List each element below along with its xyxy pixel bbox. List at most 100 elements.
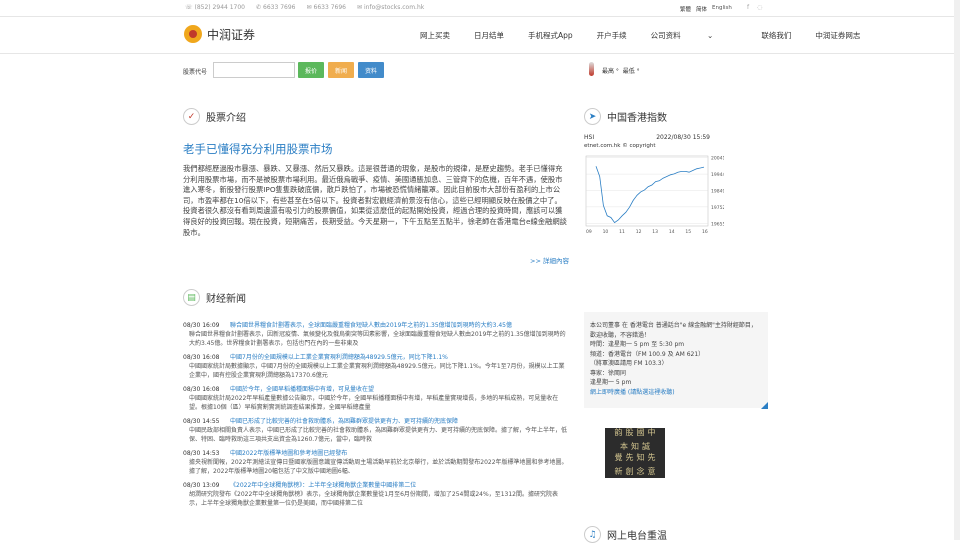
news-item: 08/30 14:55 中國已形成了比較完善的社會救助體系，為困難群眾提供更有力、… — [183, 417, 568, 444]
news-desc: 胡潤研究院發布《2022年中全球獨角獸榜》表示，全球獨角獸企業數量從1月至6月份… — [189, 491, 558, 507]
email-item[interactable]: ✉ info@stocks.com.hk — [357, 4, 424, 11]
radio-replay-title: ♫ 网上电台重温 — [584, 526, 667, 543]
weibo-icon[interactable]: ◌ — [757, 4, 762, 11]
mail-icon: ✉ — [356, 4, 363, 11]
x-tick-label: 16 — [702, 229, 708, 235]
phone-item: ☏ (852) 2944 1700 — [185, 4, 246, 11]
facebook-icon[interactable]: f — [747, 4, 749, 11]
radio-repeat: 逢星期一 5 pm — [590, 379, 632, 386]
nav-item[interactable]: 中润证券网志 — [815, 30, 860, 41]
news-title[interactable]: 中國2022年版標準地圖和參考地圖已經發布 — [230, 449, 347, 458]
intro-section-title: ✓ 股票介绍 — [183, 108, 246, 125]
plot-area — [585, 155, 709, 227]
news-item: 08/30 13:09 《2022年中全球獨角獸榜》：上半年全球獨角獸企業數量中國… — [183, 481, 568, 508]
stock-code-input[interactable] — [213, 62, 295, 78]
wechat-item: ✉ 6633 7696 — [306, 4, 346, 11]
x-tick-label: 12 — [636, 229, 642, 235]
headphones-icon: ♫ — [584, 526, 601, 543]
intro-headline[interactable]: 老手已懂得充分利用股票市场 — [183, 141, 333, 157]
check-icon: ✓ — [183, 108, 200, 125]
news-desc: 聯合國世界糧食計劃署表示，因新冠疫情、氣候變化及俄烏衝突等因素影響，全球面臨嚴重… — [189, 331, 566, 347]
nav-item[interactable]: 手机程式App — [528, 30, 573, 41]
x-tick-label: 14 — [669, 229, 675, 235]
news-item: 08/30 16:08 中國7月份的全國規模以上工業企業實現利潤總額為48929.… — [183, 353, 568, 380]
x-tick-label: 11 — [619, 229, 625, 235]
hsi-datetime: 2022/08/30 15:59 — [656, 134, 710, 141]
radio-time: 時間：逢星期一 5 pm 至 5:30 pm — [590, 341, 685, 348]
radio-channel-note: （將軍澳區請用 FM 103.3） — [590, 360, 668, 367]
news-button[interactable]: 新闻 — [328, 62, 354, 78]
nav-item[interactable]: 开户手续 — [597, 30, 627, 41]
news-title[interactable]: 中國7月份的全國規模以上工業企業實現利潤總額為48929.5億元，同比下降1.1… — [230, 353, 448, 362]
logo-icon — [184, 25, 202, 43]
hsi-source: etnet.com.hk © copyright — [584, 143, 656, 149]
wechat-icon: ✉ — [306, 4, 312, 11]
lang-tc[interactable]: 繁體 — [680, 5, 691, 13]
hsi-section-title: ➤ 中国香港指数 — [584, 108, 667, 125]
news-time: 08/30 14:53 — [183, 450, 220, 457]
info-button[interactable]: 资料 — [358, 62, 384, 78]
news-time: 08/30 16:09 — [183, 322, 220, 329]
radio-intro: 本公司董事 在 香港電台 普通話台"e 線金融網"主持財經節目，歡迎收聽，不容錯… — [590, 322, 757, 339]
scrollbar[interactable] — [954, 0, 960, 540]
news-desc: 中國國家統計局數據顯示，中國7月份的全國規模以上工業企業實現利潤總額為48929… — [189, 363, 565, 379]
y-tick-label: 20041 — [711, 156, 724, 162]
lang-en[interactable]: English — [712, 5, 732, 13]
logo-text: 中润证券 — [207, 27, 256, 42]
nav-item-dropdown[interactable]: 公司资料 ⌄ — [651, 30, 738, 41]
hsi-series-line — [595, 166, 705, 224]
top-bar: ☏ (852) 2944 1700 ✆ 6633 7696 ✉ 6633 7696 ✉… — [0, 0, 960, 17]
news-list: 08/30 16:09 聯合國世界糧食計劃署表示，全球面臨嚴重糧食短缺人數由201… — [183, 321, 568, 513]
hsi-chart-svg: 19655 19752 19849 19944 20041 09 10 11 12 13 14 15 1… — [585, 155, 724, 235]
news-title[interactable]: 《2022年中全球獨角獸榜》：上半年全球獨角獸企業數量中國排第二位 — [230, 481, 416, 490]
y-tick-label: 19944 — [711, 172, 724, 178]
news-title[interactable]: 中國已形成了比較完善的社會救助體系，為困難群眾提供更有力、更可持續的兜底保障 — [230, 417, 458, 426]
phone-icon: ☏ — [185, 4, 193, 11]
corner-icon — [761, 402, 768, 409]
news-item: 08/30 16:09 聯合國世界糧食計劃署表示，全球面臨嚴重糧食短缺人數由201… — [183, 321, 568, 348]
whatsapp-icon: ✆ — [256, 4, 262, 11]
social-links: f ◌ — [747, 4, 762, 11]
news-time: 08/30 13:09 — [183, 482, 220, 489]
newspaper-icon: ▤ — [183, 289, 200, 306]
chevron-down-icon: ⌄ — [704, 31, 714, 40]
hsi-chart: HSI 2022/08/30 15:59 etnet.com.hk © copy… — [584, 134, 724, 236]
lang-sc[interactable]: 简体 — [696, 5, 707, 13]
header: 中润证券 网上买卖 日月结单 手机程式App 开户手续 公司资料 ⌄ 联络我们 … — [0, 17, 960, 54]
news-item: 08/30 16:08 中國於今年，全國早稻播種面積中有增，可見量收在望 中國國家統… — [183, 385, 568, 412]
x-tick-label: 13 — [652, 229, 658, 235]
stock-code-label: 股票代号 — [183, 69, 208, 76]
hsi-label: HSI — [584, 134, 595, 141]
y-tick-label: 19752 — [711, 205, 724, 211]
x-tick-label: 10 — [603, 229, 609, 235]
finance-section-title: ▤ 财经新闻 — [183, 289, 246, 306]
nav-item[interactable]: 日月结单 — [474, 30, 504, 41]
news-desc: 中國國家統計局2022年早稻產量數據公告顯示，中國於今年，全國早稻播種面積中有增… — [189, 395, 559, 411]
news-time: 08/30 16:08 — [183, 386, 220, 393]
navigation-icon: ➤ — [584, 108, 601, 125]
y-tick-label: 19849 — [711, 188, 724, 194]
thermometer-icon — [589, 62, 594, 76]
book-cover-image[interactable]: 中國股韵 誠知本 先知先覺 意念創新 — [605, 428, 665, 478]
x-tick-label: 15 — [685, 229, 691, 235]
temperature: 最高 ° 最低 ° — [602, 68, 640, 75]
radio-guest: 專家：徐閩同 — [590, 369, 627, 377]
logo[interactable]: 中润证券 — [184, 25, 255, 43]
intro-body: 我們都經歷過股市暴漲、暴跌、又暴漲、然后又暴跌。這是很普通的現象，是股市的規律，… — [183, 164, 567, 237]
news-desc: 據央視新聞報，2022年測繪法宣傳日暨國家版圖意識宣傳活動周主場活動早前於北京舉… — [189, 459, 568, 475]
more-link[interactable]: >> 詳細內容 — [530, 255, 569, 265]
news-title[interactable]: 中國於今年，全國早稻播種面積中有增，可見量收在望 — [230, 385, 374, 394]
radio-channel: 頻道：香港電台（FM 100.9 及 AM 621） — [590, 350, 705, 358]
nav-item[interactable]: 联络我们 — [761, 30, 791, 41]
nav-item[interactable]: 网上买卖 — [420, 30, 450, 41]
news-title[interactable]: 聯合國世界糧食計劃署表示，全球面臨嚴重糧食短缺人數由2019年之前的1.35億增… — [230, 321, 512, 330]
language-switcher: 繁體 简体 English — [680, 5, 732, 13]
news-time: 08/30 16:08 — [183, 354, 220, 361]
x-tick-label: 09 — [586, 229, 592, 235]
live-broadcast-link[interactable]: 網上即時廣播 (請點選這裡收聽) — [590, 388, 762, 398]
quote-button[interactable]: 报价 — [298, 62, 324, 78]
news-item: 08/30 14:53 中國2022年版標準地圖和參考地圖已經發布 據央視新聞報，2… — [183, 449, 568, 476]
news-desc: 中國民政部相關負責人表示，中國已形成了比較完善的社會救助體系，為困難群眾提供更有… — [189, 427, 568, 443]
y-tick-label: 19655 — [711, 221, 724, 227]
contact-info: ☏ (852) 2944 1700 ✆ 6633 7696 ✉ 6633 7696 ✉… — [185, 4, 424, 11]
